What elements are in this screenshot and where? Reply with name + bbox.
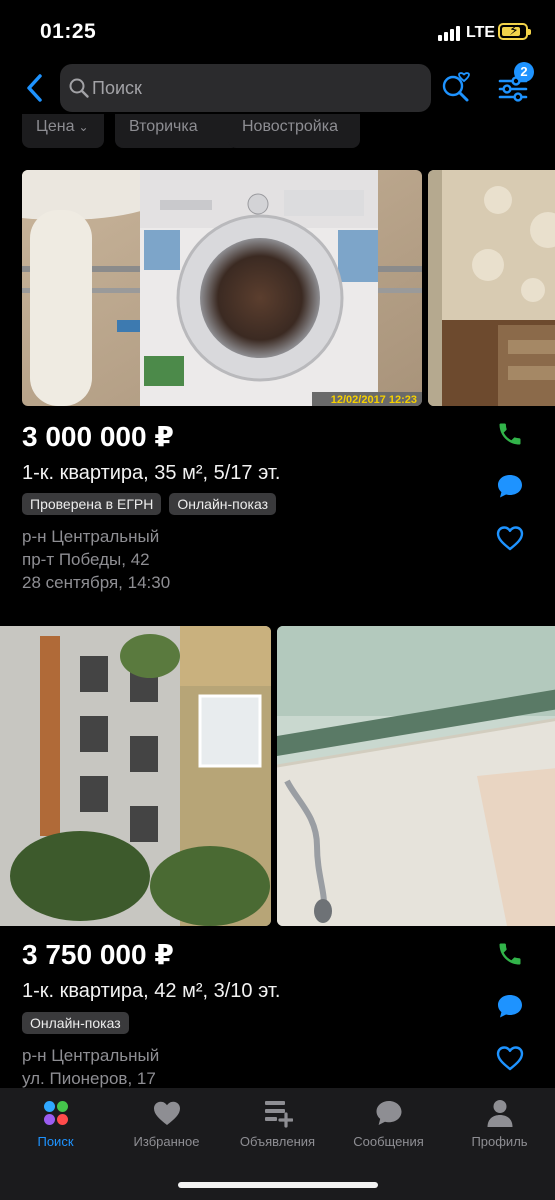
tab-label: Объявления: [239, 1134, 316, 1149]
status-bar: 01:25 LTE ⚡: [0, 0, 555, 60]
cellular-signal-icon: [438, 25, 464, 41]
chip-price[interactable]: Цена ⌄: [22, 114, 104, 148]
tag-egrn-verified: Проверена в ЕГРН: [22, 493, 162, 515]
chip-new-building[interactable]: Новостройка: [228, 114, 360, 148]
room-photo: [428, 170, 555, 406]
home-indicator: [178, 1182, 378, 1188]
phone-icon: [499, 943, 521, 965]
listing-title: 1-к. квартира, 42 м², 3/10 эт.: [22, 980, 281, 1002]
chip-label: Вторичка: [129, 118, 198, 135]
listing-photo[interactable]: 12/02/2017 12:23: [22, 170, 422, 406]
tab-label: Сообщения: [353, 1134, 424, 1149]
tab-messages[interactable]: Сообщения: [333, 1098, 444, 1149]
call-button[interactable]: [490, 418, 530, 450]
listing-address: пр-т Победы, 42: [22, 550, 150, 569]
search-input[interactable]: [92, 74, 412, 102]
heart-outline-icon: [496, 526, 524, 551]
listing-address: ул. Пионеров, 17: [22, 1069, 156, 1088]
tab-label: Профиль: [471, 1134, 528, 1149]
chip-label: Новостройка: [242, 118, 338, 135]
chat-bubble-icon: [498, 995, 522, 1018]
listing-district: р-н Центральный: [22, 1046, 160, 1065]
tab-favorites[interactable]: Избранное: [111, 1098, 222, 1149]
search-heart-icon: [442, 72, 470, 102]
back-button[interactable]: [20, 68, 50, 108]
listing-photo[interactable]: [277, 626, 555, 926]
photo-gallery[interactable]: 12/02/2017 12:23: [0, 170, 555, 406]
search-icon: [69, 78, 89, 98]
save-search-button[interactable]: [440, 70, 472, 104]
listing-tags: Онлайн-показ: [22, 1012, 137, 1034]
listing-title: 1-к. квартира, 35 м², 5/17 эт.: [22, 462, 281, 484]
filters-count-badge: 2: [514, 62, 534, 82]
chat-bubble-icon: [498, 475, 522, 498]
message-button[interactable]: [490, 470, 530, 502]
search-header: 2: [0, 62, 555, 114]
tab-label: Поиск: [37, 1134, 74, 1149]
network-type: LTE: [466, 24, 496, 41]
status-time: 01:25: [40, 20, 97, 43]
listing-district: р-н Центральный: [22, 527, 160, 546]
phone-icon: [499, 423, 521, 445]
call-button[interactable]: [490, 938, 530, 970]
message-button[interactable]: [490, 990, 530, 1022]
photo-date-stamp: 12/02/2017 12:23: [331, 394, 417, 406]
bathroom-photo: [277, 626, 555, 926]
favorite-button[interactable]: [490, 522, 530, 554]
person-icon: [487, 1100, 512, 1127]
listing-date: 28 сентября, 14:30: [22, 573, 171, 592]
listing-photo[interactable]: [0, 626, 271, 926]
chip-label: Цена: [36, 118, 75, 135]
tag-online-showing: Онлайн-показ: [169, 493, 277, 515]
favorite-button[interactable]: [490, 1042, 530, 1074]
tab-search[interactable]: Поиск: [0, 1098, 111, 1149]
listing-tags: Проверена в ЕГРН Онлайн-показ: [22, 493, 284, 515]
tab-label: Избранное: [133, 1134, 200, 1149]
listing-photo[interactable]: [428, 170, 555, 406]
filters-button[interactable]: 2: [496, 62, 534, 106]
tab-my-ads[interactable]: Объявления: [222, 1098, 333, 1149]
photo-gallery[interactable]: [0, 626, 555, 926]
post-ad-icon: [264, 1101, 293, 1128]
chip-secondary[interactable]: Вторичка: [115, 114, 239, 148]
listing-price: 3 750 000 ₽: [22, 939, 174, 970]
tab-profile[interactable]: Профиль: [444, 1098, 555, 1149]
tag-online-showing: Онлайн-показ: [22, 1012, 129, 1034]
battery-charging-icon: ⚡: [498, 22, 531, 40]
listing-card[interactable]: 12/02/2017 12:23 3 000 000 ₽ 1-к. кварти…: [0, 170, 555, 610]
heart-outline-icon: [496, 1046, 524, 1071]
listing-actions: [490, 938, 530, 1078]
search-dots-icon: [43, 1101, 68, 1125]
chevron-left-icon: [27, 74, 42, 102]
search-field[interactable]: [60, 64, 431, 112]
washing-machine-photo: 12/02/2017 12:23: [22, 170, 422, 406]
listing-actions: [490, 418, 530, 558]
heart-icon: [153, 1101, 180, 1125]
listing-card[interactable]: 3 750 000 ₽ 1-к. квартира, 42 м², 3/10 э…: [0, 626, 555, 1088]
chat-bubble-icon: [376, 1101, 401, 1125]
listing-price: 3 000 000 ₽: [22, 421, 174, 452]
chevron-down-icon: ⌄: [78, 120, 89, 134]
building-photo: [0, 626, 271, 926]
